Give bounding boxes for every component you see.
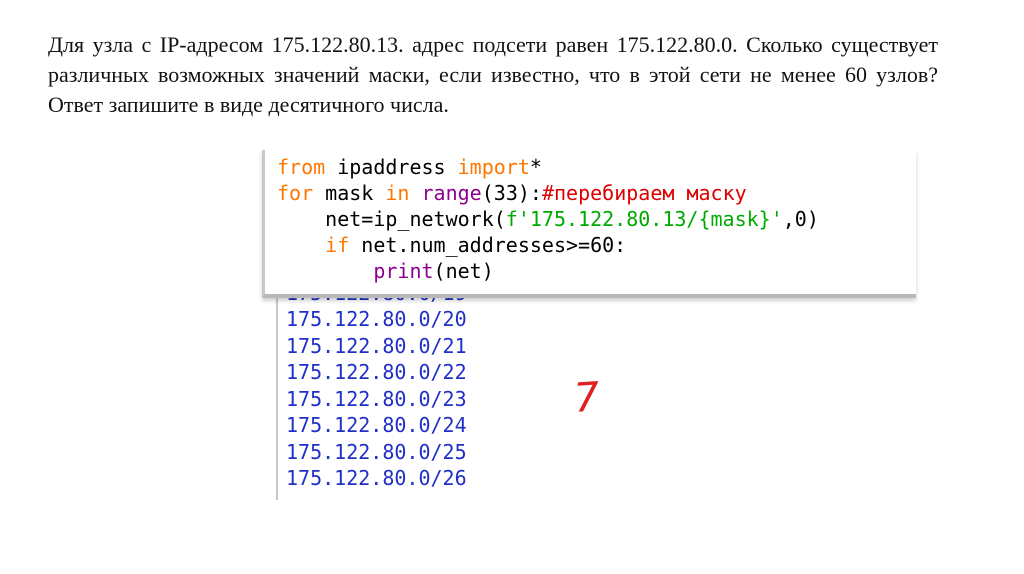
if-condition: net.num_addresses>=60:	[349, 233, 627, 257]
output-line: 175.122.80.0/21	[286, 333, 467, 358]
call-rest: ,0)	[782, 207, 819, 231]
assign-net: net=ip_network(	[325, 207, 506, 231]
keyword-import: import	[457, 155, 530, 179]
task-text: Для узла с IP-адресом 175.122.80.13. адр…	[48, 32, 938, 117]
output-line: 175.122.80.0/24	[286, 413, 467, 437]
loop-var: mask	[313, 181, 386, 205]
range-args: (33):	[481, 181, 542, 205]
keyword-from: from	[277, 155, 326, 179]
code-line-2: for mask in range(33):#перебираем маску	[277, 181, 747, 205]
import-star: *	[529, 155, 542, 179]
code-line-1: from ipaddress import*	[277, 155, 542, 179]
output-panel[interactable]: 175.122.80.0/19 175.122.80.0/20 175.122.…	[276, 296, 916, 500]
code-line-3: net=ip_network(f'175.122.80.13/{mask}',0…	[277, 207, 819, 231]
code-editor[interactable]: from ipaddress import* for mask in range…	[262, 150, 916, 298]
output-line: 175.122.80.0/26	[286, 466, 467, 490]
output-line: 175.122.80.0/22	[286, 360, 467, 384]
code-line-4: if net.num_addresses>=60:	[277, 233, 626, 257]
output-line: 175.122.80.0/20	[286, 307, 467, 331]
output-line: 175.122.80.0/25	[286, 439, 467, 464]
code-text: from ipaddress import* for mask in range…	[277, 154, 819, 284]
keyword-for: for	[277, 181, 314, 205]
builtin-print: print	[373, 259, 434, 283]
code-comment: #перебираем маску	[541, 181, 747, 205]
builtin-range: range	[421, 181, 482, 205]
output-line: 175.122.80.0/23	[286, 386, 467, 411]
fstring-address: f'175.122.80.13/{mask}'	[505, 207, 783, 231]
module-name: ipaddress	[325, 155, 458, 179]
keyword-in: in	[385, 181, 410, 205]
code-line-5: print(net)	[277, 259, 494, 283]
keyword-if: if	[325, 233, 350, 257]
print-args: (net)	[433, 259, 494, 283]
output-lines: 175.122.80.0/19 175.122.80.0/20 175.122.…	[286, 296, 467, 492]
